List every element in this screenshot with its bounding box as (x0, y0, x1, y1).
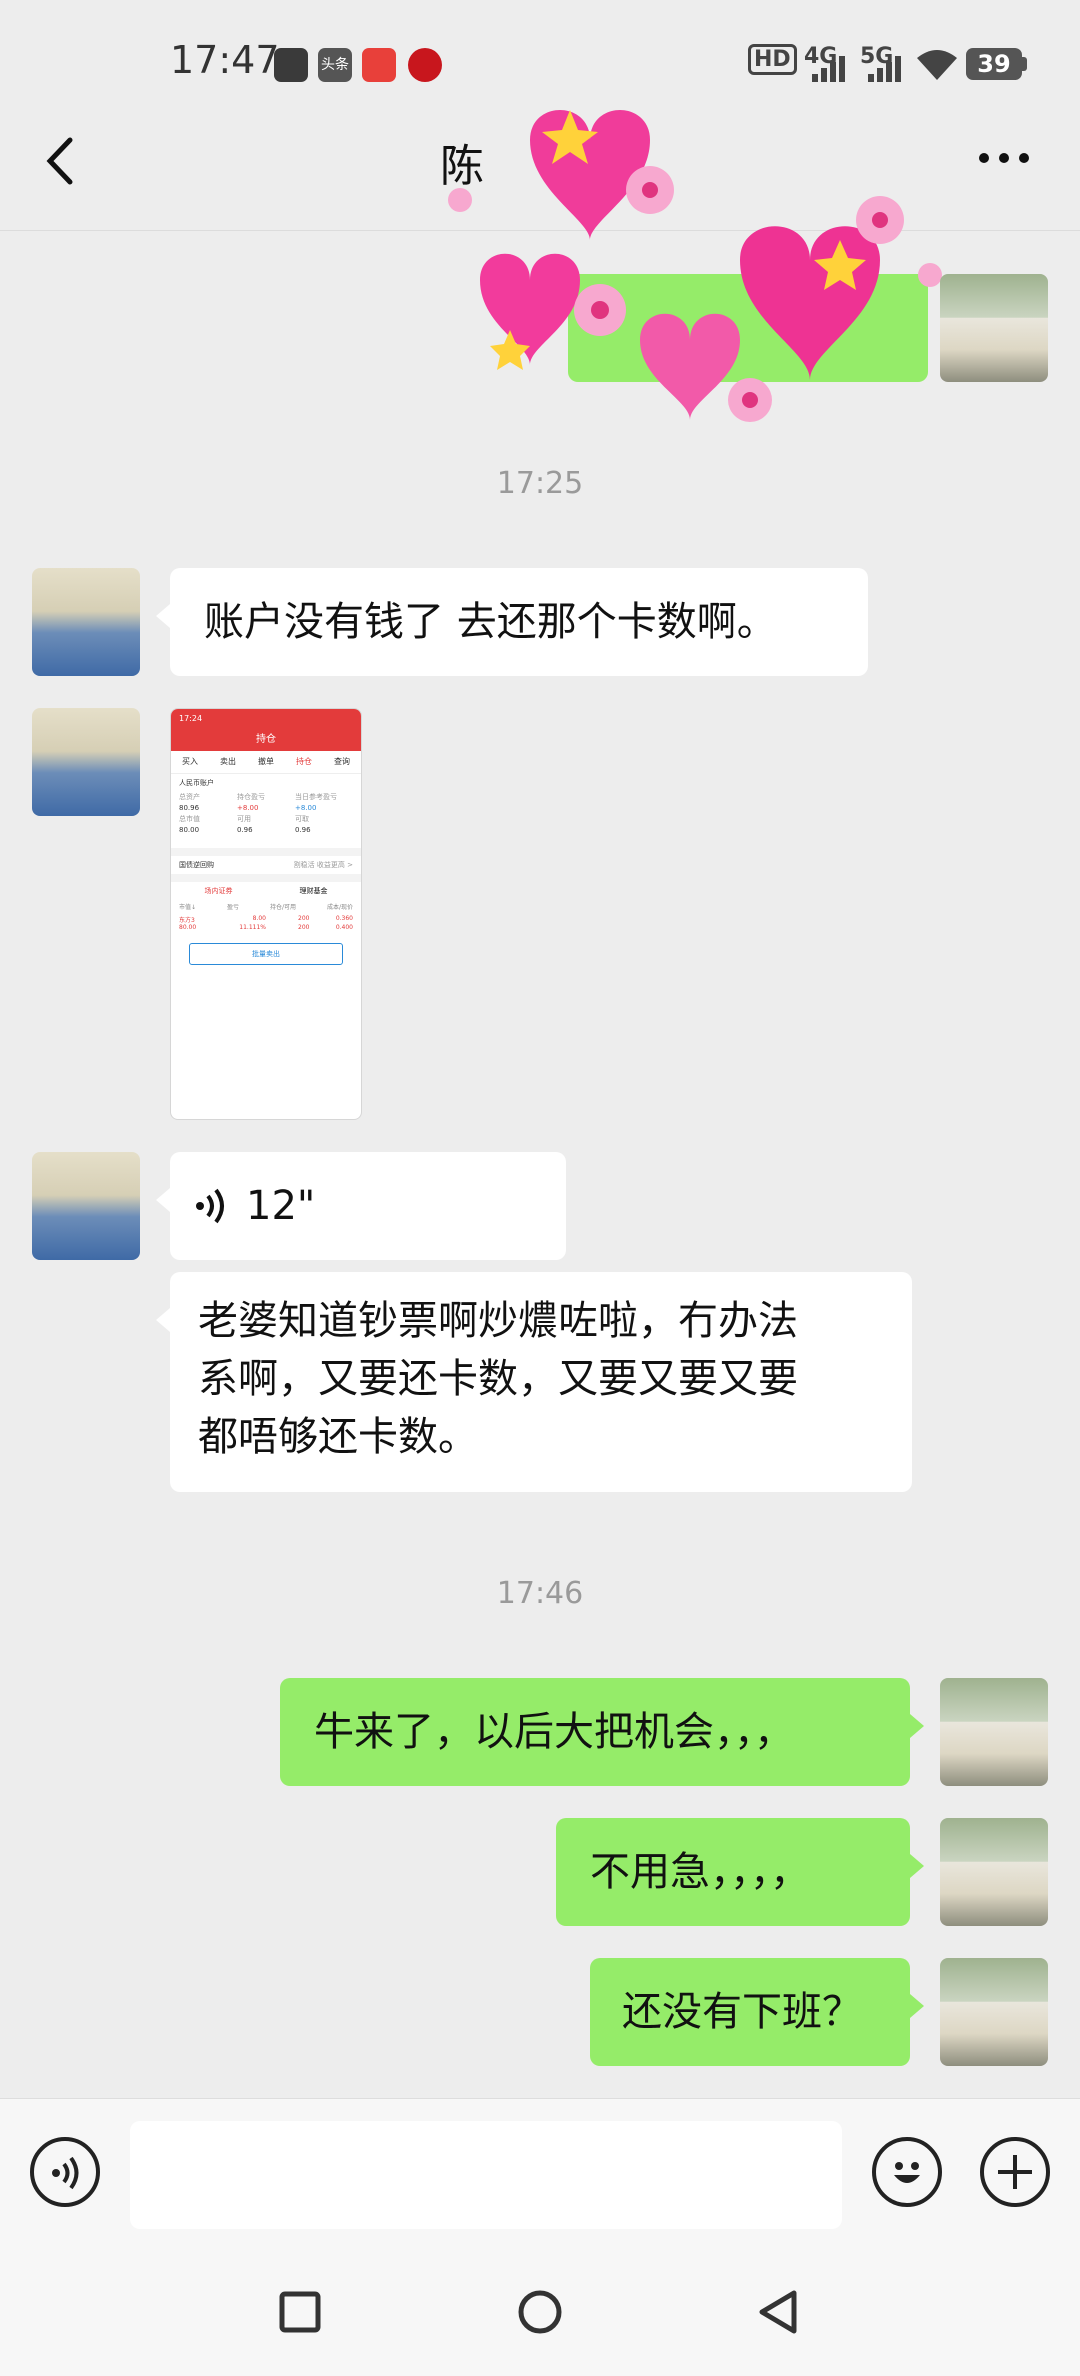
toutiao-icon: 头条 (318, 48, 352, 82)
square-recent-icon[interactable] (278, 2290, 322, 2334)
input-bar (0, 2098, 1080, 2279)
wifi-icon (917, 50, 957, 80)
message-input[interactable] (130, 2121, 842, 2229)
my-avatar[interactable] (940, 1678, 1048, 1786)
news-app-icon (362, 48, 396, 82)
text-line: 系啊，又要还卡数，又要又要又要 (198, 1356, 798, 1402)
thumb-stats: 总资产 持仓盈亏 当日参考盈亏 80.96 +8.00 +8.00 总市值 可用 可取 80… (179, 793, 337, 834)
timestamp: 17:46 (496, 1576, 584, 1611)
thumb-columns: 市值↓ 盈亏 持仓/可用 成本/现价 (179, 904, 353, 911)
thumb-row: 东方3 8.00 200 0.360 80.00 11.111% 200 0.400 (179, 915, 353, 931)
plus-icon[interactable] (980, 2137, 1050, 2207)
bank-app-icon (408, 48, 442, 82)
more-dots-icon[interactable] (976, 150, 1032, 166)
incoming-text-bubble[interactable]: 账户没有钱了 去还那个卡数啊。 (156, 568, 868, 676)
thumb-tabs: 买入 卖出 撤单 持仓 查询 (171, 751, 361, 774)
timestamp: 17:25 (496, 466, 584, 501)
contact-avatar[interactable] (32, 568, 140, 676)
thumb-account: 人民币账户 (179, 779, 214, 787)
signal2-icon (868, 52, 908, 82)
outgoing-text-bubble[interactable]: 牛来了，以后大把机会，，， (280, 1678, 924, 1786)
system-nav-bar (0, 2278, 1080, 2376)
thumb-statusbar: 17:24 (171, 709, 361, 729)
voice-wave-icon (196, 1188, 224, 1224)
voice-duration: 12" (246, 1183, 316, 1229)
outgoing-text-bubble[interactable]: 还没有下班？ (590, 1958, 924, 2066)
thumb-sell-button: 批量卖出 (189, 943, 343, 965)
thumb-section: 国债逆回购 割稳活 收益更高 > (179, 861, 353, 869)
thumb-subtabs: 场内证券 理财基金 (204, 887, 328, 895)
battery-tip (1022, 57, 1027, 71)
status-time: 17:47 (170, 38, 280, 82)
signal1-icon (812, 52, 852, 82)
image-message[interactable]: 17:24 持仓 买入 卖出 撤单 持仓 查询 人民币账户 总资产 持仓盈亏 当日参… (170, 708, 362, 1120)
incoming-text-bubble[interactable]: 老婆知道钞票啊炒燶咗啦，冇办法 系啊，又要还卡数，又要又要又要 都唔够还卡数。 (156, 1272, 912, 1492)
contact-avatar[interactable] (32, 1152, 140, 1260)
text-line: 都唔够还卡数。 (198, 1414, 478, 1460)
thumb-title: 持仓 (171, 729, 361, 751)
triangle-back-icon[interactable] (756, 2288, 800, 2336)
wechat-icon (274, 48, 308, 82)
chevron-left-icon[interactable] (40, 136, 80, 186)
my-avatar[interactable] (940, 1958, 1048, 2066)
hd-icon: HD (748, 44, 797, 75)
contact-avatar[interactable] (32, 708, 140, 816)
my-avatar[interactable] (940, 1818, 1048, 1926)
text-line: 老婆知道钞票啊炒燶咗啦，冇办法 (198, 1298, 798, 1344)
hearts-flowers-sticker[interactable] (420, 80, 980, 470)
emoji-icon[interactable] (872, 2137, 942, 2207)
battery-icon: 39 (966, 48, 1022, 80)
voice-message-bubble[interactable]: 12" (156, 1152, 566, 1260)
circle-home-icon[interactable] (516, 2288, 564, 2336)
outgoing-text-bubble[interactable]: 不用急，，，， (556, 1818, 924, 1926)
voice-mode-icon[interactable] (30, 2137, 100, 2207)
my-avatar[interactable] (940, 274, 1048, 382)
